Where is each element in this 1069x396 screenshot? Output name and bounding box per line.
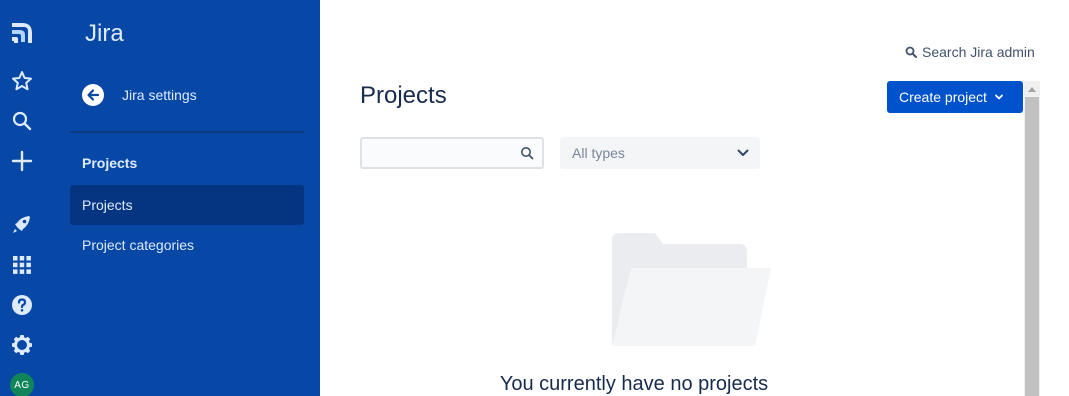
- settings-sidebar: Jira Jira settings Projects Projects Pro…: [52, 0, 320, 396]
- star-icon[interactable]: [6, 65, 38, 97]
- chevron-down-icon: [736, 146, 750, 163]
- sidebar-item-label: Projects: [82, 197, 133, 213]
- sidebar-group-heading: Projects: [82, 155, 138, 171]
- sidebar-divider: [70, 131, 304, 133]
- gear-icon[interactable]: [6, 329, 38, 361]
- project-search-field[interactable]: [360, 137, 544, 169]
- help-icon[interactable]: [6, 289, 38, 321]
- search-jira-admin-link[interactable]: Search Jira admin: [905, 44, 1035, 60]
- page-title: Projects: [360, 82, 447, 109]
- scrollbar-thumb[interactable]: [1025, 97, 1039, 396]
- project-type-select[interactable]: All types: [560, 137, 760, 169]
- project-type-value: All types: [572, 145, 625, 161]
- rocket-icon[interactable]: [6, 208, 38, 240]
- product-title: Jira: [85, 20, 124, 47]
- app-switcher-icon[interactable]: [6, 249, 38, 281]
- jira-logo-icon[interactable]: [6, 16, 38, 48]
- create-project-label: Create project: [899, 89, 987, 105]
- admin-search-label: Search Jira admin: [922, 44, 1035, 60]
- empty-folder-illustration: [611, 232, 773, 353]
- arrow-left-icon: [82, 84, 104, 106]
- global-nav: AG: [0, 0, 52, 396]
- sidebar-item-project-categories[interactable]: Project categories: [70, 225, 304, 265]
- scroll-up-arrow-icon[interactable]: [1024, 81, 1040, 97]
- back-label: Jira settings: [122, 87, 197, 103]
- create-project-button[interactable]: Create project: [887, 81, 1023, 113]
- project-search-input[interactable]: [362, 139, 512, 167]
- empty-state-message: You currently have no projects: [0, 373, 1069, 396]
- sidebar-item-label: Project categories: [82, 237, 195, 253]
- search-icon[interactable]: [6, 105, 38, 137]
- search-icon: [905, 46, 917, 58]
- sidebar-item-projects[interactable]: Projects: [70, 185, 304, 225]
- search-icon: [520, 146, 534, 165]
- back-to-jira-settings[interactable]: Jira settings: [82, 82, 197, 108]
- empty-state-text: You currently have no projects: [499, 373, 769, 395]
- chevron-down-icon: [995, 94, 1003, 100]
- plus-icon[interactable]: [6, 145, 38, 177]
- jira-admin-projects-page: AG Jira Jira settings Projects Projects …: [0, 0, 1069, 396]
